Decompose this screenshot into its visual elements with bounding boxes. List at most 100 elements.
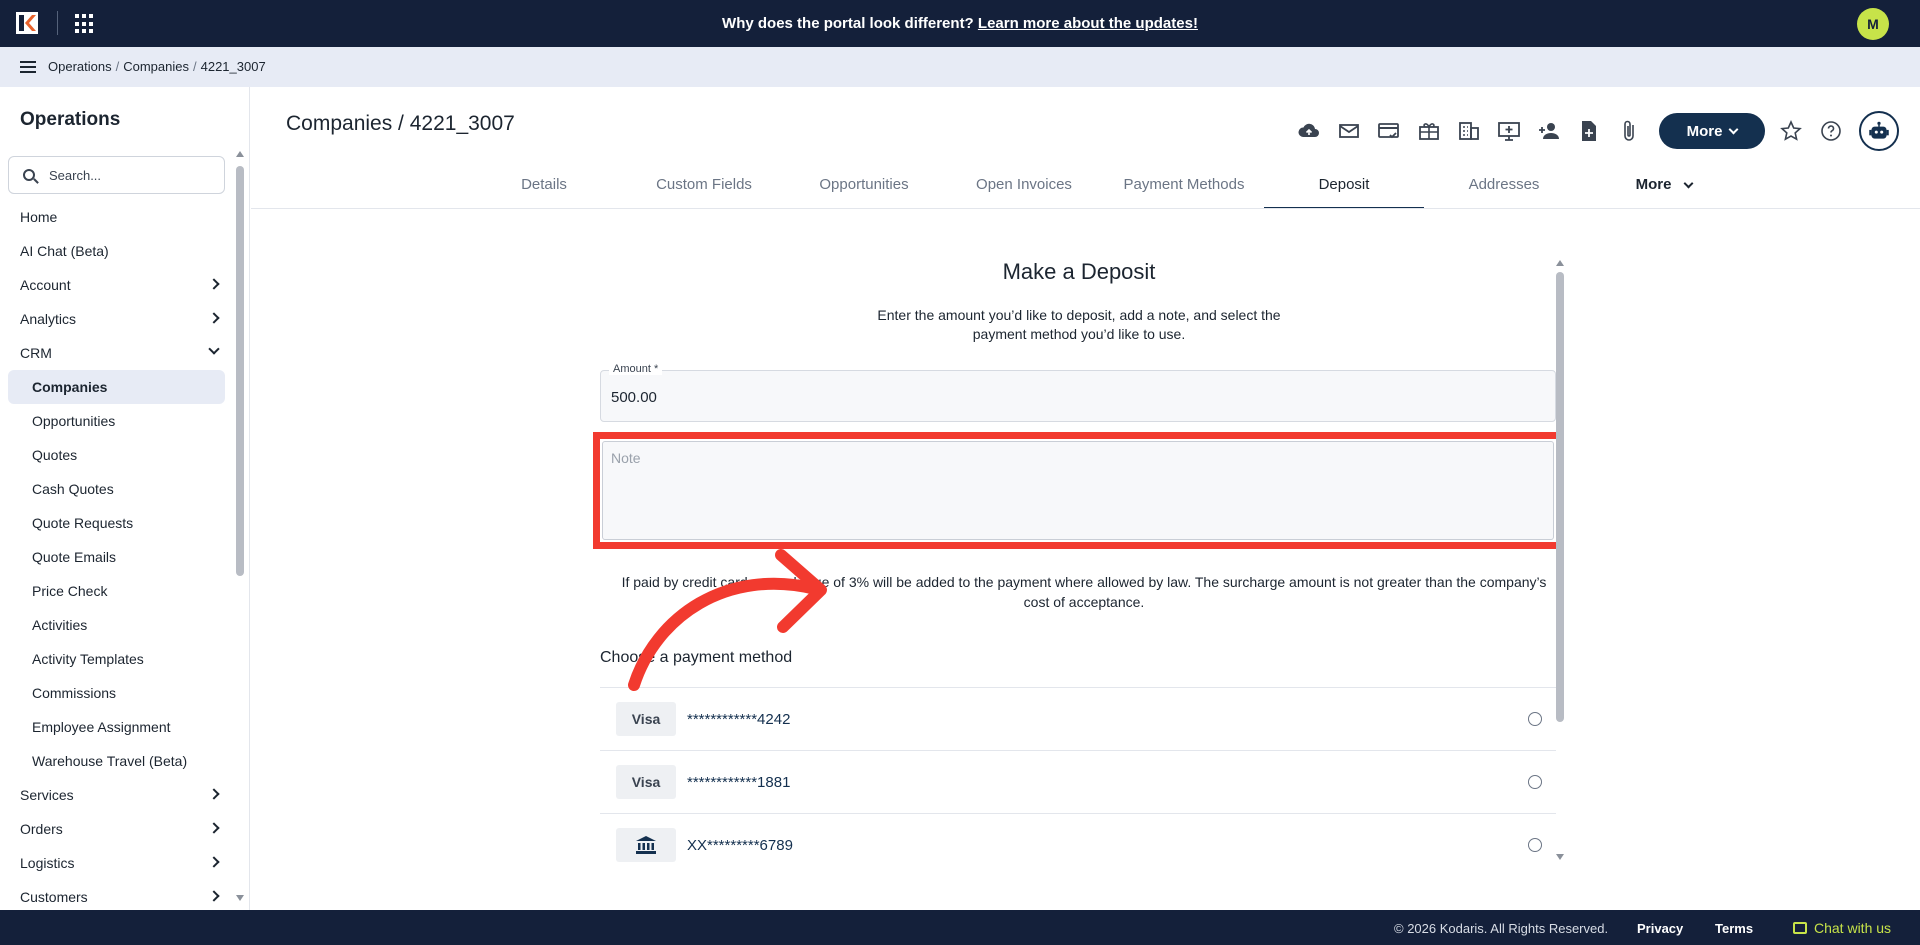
tab-custom-fields[interactable]: Custom Fields xyxy=(624,167,784,209)
more-actions-button[interactable]: More xyxy=(1659,113,1765,149)
scroll-down-icon[interactable] xyxy=(236,895,244,901)
privacy-link[interactable]: Privacy xyxy=(1637,921,1683,936)
payment-method-row[interactable]: XX*********6789 xyxy=(600,813,1556,876)
sidebar-subitem-activities[interactable]: Activities xyxy=(0,608,232,642)
terms-link[interactable]: Terms xyxy=(1715,921,1753,936)
card-number: ************1881 xyxy=(687,773,791,791)
chevron-down-icon xyxy=(1728,124,1739,134)
sidebar-subitem-quote-emails[interactable]: Quote Emails xyxy=(0,540,232,574)
breadcrumb-companies[interactable]: Companies xyxy=(123,59,189,74)
payment-method-list: Visa ************4242 Visa ************1… xyxy=(600,687,1556,876)
chevron-right-icon xyxy=(208,856,220,868)
sidebar-item-logistics[interactable]: Logistics xyxy=(0,846,232,880)
chevron-right-icon xyxy=(208,890,220,902)
payment-method-row[interactable]: Visa ************1881 xyxy=(600,750,1556,813)
breadcrumb-current: 4221_3007 xyxy=(200,59,266,74)
note-highlight-box xyxy=(593,432,1563,549)
sidebar-subitem-cash-quotes[interactable]: Cash Quotes xyxy=(0,472,232,506)
help-icon[interactable] xyxy=(1819,119,1843,143)
tab-open-invoices[interactable]: Open Invoices xyxy=(944,167,1104,209)
sidebar-subitem-employee-assignment[interactable]: Employee Assignment xyxy=(0,710,232,744)
scrollbar-thumb[interactable] xyxy=(1556,272,1564,722)
sidebar-nav: Home AI Chat (Beta) Account Analytics CR… xyxy=(0,200,232,910)
sidebar-item-home[interactable]: Home xyxy=(0,200,232,234)
sidebar-title: Operations xyxy=(20,109,121,130)
sidebar-item-orders[interactable]: Orders xyxy=(0,812,232,846)
sidebar-item-analytics[interactable]: Analytics xyxy=(0,302,232,336)
amount-label: Amount * xyxy=(609,363,663,375)
sidebar-subitem-quotes[interactable]: Quotes xyxy=(0,438,232,472)
sidebar-search[interactable] xyxy=(8,156,225,194)
sidebar-subitem-commissions[interactable]: Commissions xyxy=(0,676,232,710)
search-icon xyxy=(23,169,35,181)
tab-payment-methods[interactable]: Payment Methods xyxy=(1104,167,1264,209)
deposit-form: Make a Deposit Enter the amount you’d li… xyxy=(593,257,1563,862)
sidebar-item-ai-chat[interactable]: AI Chat (Beta) xyxy=(0,234,232,268)
payment-method-radio[interactable] xyxy=(1528,712,1542,726)
account-number: XX*********6789 xyxy=(687,836,793,854)
annotation-arrow-icon xyxy=(628,549,827,691)
sidebar-subitem-quote-requests[interactable]: Quote Requests xyxy=(0,506,232,540)
breadcrumb-operations[interactable]: Operations xyxy=(48,59,112,74)
scroll-down-icon[interactable] xyxy=(1556,854,1564,860)
gift-icon[interactable] xyxy=(1417,119,1441,143)
amount-value[interactable]: 500.00 xyxy=(611,389,657,406)
mail-icon[interactable] xyxy=(1337,119,1361,143)
banner-text: Why does the portal look different? xyxy=(722,15,974,32)
sidebar-subitem-activity-templates[interactable]: Activity Templates xyxy=(0,642,232,676)
update-banner: Why does the portal look different? Lear… xyxy=(0,15,1920,32)
deposit-scrollbar[interactable] xyxy=(1556,260,1564,860)
menu-icon[interactable] xyxy=(20,61,36,73)
person-add-icon[interactable] xyxy=(1537,119,1561,143)
sidebar-item-customers[interactable]: Customers xyxy=(0,880,232,910)
payment-method-radio[interactable] xyxy=(1528,775,1542,789)
paperclip-icon[interactable] xyxy=(1617,119,1641,143)
payment-method-radio[interactable] xyxy=(1528,838,1542,852)
deposit-description: Enter the amount you’d like to deposit, … xyxy=(877,307,1281,342)
monitor-add-icon[interactable] xyxy=(1497,119,1521,143)
tab-divider xyxy=(251,208,1920,209)
tab-details[interactable]: Details xyxy=(464,167,624,209)
file-add-icon[interactable] xyxy=(1577,119,1601,143)
toolbar: More xyxy=(1297,111,1899,151)
chat-with-us-button[interactable]: Chat with us xyxy=(1793,920,1891,936)
chevron-down-icon xyxy=(208,343,220,355)
chevron-down-icon xyxy=(1683,178,1694,189)
breadcrumb: Operations / Companies/4221_3007 xyxy=(48,59,266,74)
sidebar-subitem-companies[interactable]: Companies xyxy=(8,370,225,404)
sidebar-scrollbar[interactable] xyxy=(236,151,244,901)
breadcrumb-separator: / xyxy=(192,59,197,74)
banner-learn-more-link[interactable]: Learn more about the updates! xyxy=(978,15,1198,32)
sidebar-item-crm[interactable]: CRM xyxy=(0,336,232,370)
sidebar-subitem-opportunities[interactable]: Opportunities xyxy=(0,404,232,438)
tab-deposit[interactable]: Deposit xyxy=(1264,167,1424,209)
sidebar-item-account[interactable]: Account xyxy=(0,268,232,302)
chevron-right-icon xyxy=(208,788,220,800)
building-icon[interactable] xyxy=(1457,119,1481,143)
user-avatar[interactable]: M xyxy=(1857,8,1889,40)
tab-opportunities[interactable]: Opportunities xyxy=(784,167,944,209)
scrollbar-thumb[interactable] xyxy=(236,166,244,576)
scroll-up-icon[interactable] xyxy=(236,151,244,157)
sidebar-item-services[interactable]: Services xyxy=(0,778,232,812)
cloud-upload-icon[interactable] xyxy=(1297,119,1321,143)
note-field[interactable] xyxy=(602,441,1554,540)
scroll-up-icon[interactable] xyxy=(1556,260,1564,266)
tab-addresses[interactable]: Addresses xyxy=(1424,167,1584,209)
tab-bar: Details Custom Fields Opportunities Open… xyxy=(464,167,1744,209)
tab-more[interactable]: More xyxy=(1584,167,1744,209)
page-title: Companies / 4221_3007 xyxy=(286,112,515,135)
breadcrumb-bar: Operations / Companies/4221_3007 xyxy=(0,47,1920,87)
footer: © 2026 Kodaris. All Rights Reserved. Pri… xyxy=(0,910,1920,945)
sidebar-subitem-price-check[interactable]: Price Check xyxy=(0,574,232,608)
card-check-icon[interactable] xyxy=(1377,119,1401,143)
bank-icon xyxy=(616,828,676,862)
chevron-right-icon xyxy=(208,822,220,834)
robot-icon[interactable] xyxy=(1859,111,1899,151)
sidebar-subitem-warehouse-travel[interactable]: Warehouse Travel (Beta) xyxy=(0,744,232,778)
sidebar-search-input[interactable] xyxy=(49,167,199,183)
star-icon[interactable] xyxy=(1779,119,1803,143)
tab-more-label: More xyxy=(1635,176,1672,193)
amount-field[interactable]: Amount * 500.00 xyxy=(600,363,1556,422)
chat-label: Chat with us xyxy=(1814,920,1892,936)
